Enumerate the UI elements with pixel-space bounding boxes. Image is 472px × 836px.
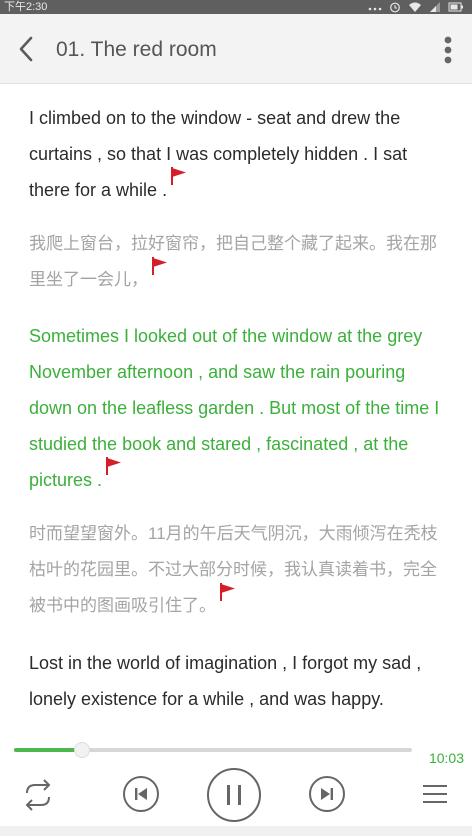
repeat-icon[interactable] (18, 776, 58, 814)
status-icons (368, 1, 464, 13)
sentence-english-3[interactable]: Lost in the world of imagination , I for… (29, 645, 445, 717)
progress-fill (14, 748, 82, 752)
pause-icon[interactable] (206, 767, 262, 823)
bottom-strip (0, 826, 472, 836)
wifi-icon (409, 2, 421, 12)
flag-icon[interactable] (150, 256, 169, 276)
sentence-text: Lost in the world of imagination , I for… (29, 653, 422, 709)
signal-icon (430, 2, 440, 12)
sentence-text: 我爬上窗台，拉好窗帘，把自己整个藏了起来。我在那里坐了一会儿， (29, 234, 437, 289)
status-bar: 下午2:30 (0, 0, 472, 14)
reader-content[interactable]: I climbed on to the window - seat and dr… (0, 84, 472, 734)
skip-next-icon[interactable] (308, 775, 346, 813)
playlist-icon[interactable] (420, 779, 450, 809)
alarm-icon (390, 2, 400, 13)
flag-icon[interactable] (169, 166, 188, 186)
skip-previous-icon[interactable] (122, 775, 160, 813)
sentence-text: I climbed on to the window - seat and dr… (29, 108, 408, 200)
flag-icon[interactable] (104, 456, 123, 476)
sentence-english-2-playing[interactable]: Sometimes I looked out of the window at … (29, 318, 445, 498)
battery-icon (448, 2, 463, 12)
progress-thumb[interactable] (73, 742, 90, 758)
more-vertical-icon[interactable] (442, 34, 454, 66)
more-dots-icon (368, 7, 382, 11)
flag-icon[interactable] (218, 582, 237, 602)
player-controls (0, 764, 472, 826)
playback-progress-slider[interactable] (14, 742, 412, 758)
app-header: 01. The red room (0, 14, 472, 84)
status-time: 下午2:30 (4, 1, 48, 13)
sentence-chinese-1[interactable]: 我爬上窗台，拉好窗帘，把自己整个藏了起来。我在那里坐了一会儿， (29, 226, 445, 298)
page-title: 01. The red room (56, 38, 217, 61)
chevron-left-icon[interactable] (14, 33, 38, 65)
sentence-text: Sometimes I looked out of the window at … (29, 326, 440, 490)
sentence-chinese-2[interactable]: 时而望望窗外。11月的午后天气阴沉，大雨倾泻在秃枝枯叶的花园里。不过大部分时候，… (29, 516, 445, 624)
sentence-english-1[interactable]: I climbed on to the window - seat and dr… (29, 100, 445, 208)
